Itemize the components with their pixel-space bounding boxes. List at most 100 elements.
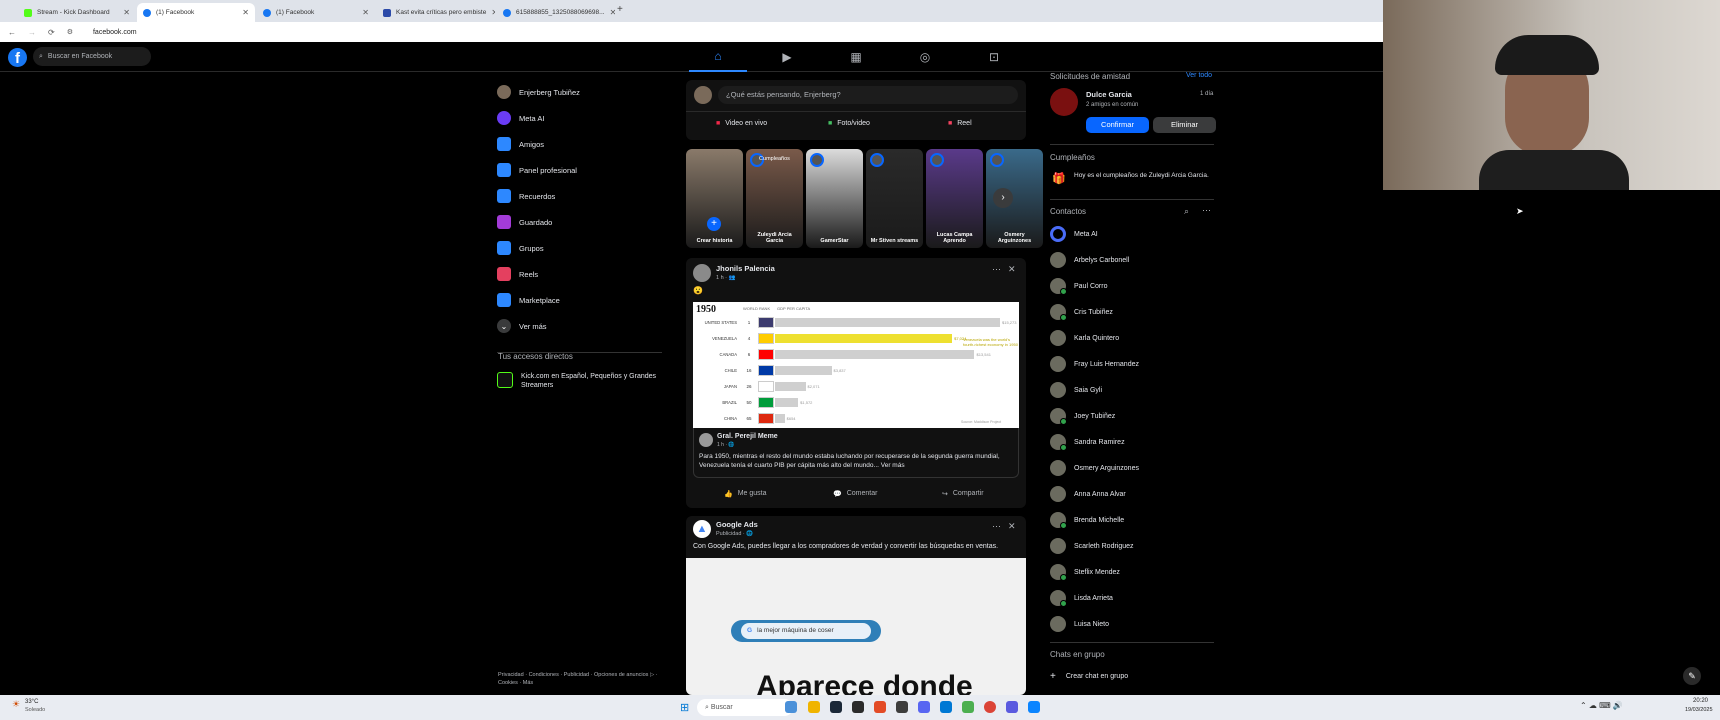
reel-button[interactable]: ■ Reel [948, 120, 972, 127]
close-icon[interactable]: ✕ [242, 8, 249, 17]
ad-image[interactable]: Gla mejor máquina de coser Aparece donde [686, 558, 1026, 695]
contact-item[interactable]: Arbelys Carbonell [1050, 250, 1129, 270]
shortcut-item[interactable]: Kick.com en Español, Pequeños y Grandes … [497, 372, 667, 390]
post-author[interactable]: Google Ads [716, 520, 758, 529]
avatar[interactable] [699, 433, 713, 447]
contact-item[interactable]: Fray Luis Hernandez [1050, 354, 1139, 374]
nav-marketplace-icon[interactable]: ▦ [827, 42, 885, 72]
app-icon[interactable] [896, 701, 908, 713]
story-card[interactable]: Lucas Campa Aprendo [926, 149, 983, 248]
live-video-button[interactable]: ■ Video en vivo [716, 120, 767, 127]
story-card[interactable]: Mr Stiven streams [866, 149, 923, 248]
close-icon[interactable]: ✕ [1008, 521, 1016, 532]
app-icon[interactable] [962, 701, 974, 713]
contact-item[interactable]: Saia Gyli [1050, 380, 1102, 400]
sidebar-item[interactable]: Marketplace [497, 289, 560, 311]
close-icon[interactable]: ✕ [123, 8, 130, 17]
post-author[interactable]: Jhonils Palencia [716, 264, 775, 273]
discord-icon[interactable] [918, 701, 930, 713]
request-name[interactable]: Dulce Garcia [1086, 90, 1132, 99]
stories-next-button[interactable]: › [993, 188, 1013, 208]
sidebar-item[interactable]: ⌄ Ver más [497, 315, 547, 337]
nav-video-icon[interactable]: ▶ [758, 42, 816, 72]
task-view-icon[interactable] [785, 701, 797, 713]
sidebar-item[interactable]: Recuerdos [497, 185, 555, 207]
contact-item[interactable]: Karla Quintero [1050, 328, 1119, 348]
back-icon[interactable]: ← [8, 28, 16, 37]
app-icon[interactable] [1006, 701, 1018, 713]
see-all-link[interactable]: Ver todo [1186, 72, 1212, 79]
sidebar-item[interactable]: Meta AI [497, 107, 544, 129]
sidebar-item[interactable]: Amigos [497, 133, 544, 155]
browser-tab[interactable]: 615888855_1325088069698... ✕ [497, 3, 615, 22]
delete-button[interactable]: Eliminar [1153, 117, 1216, 133]
google-ads-logo-icon[interactable]: ▲ [693, 520, 711, 538]
url-field[interactable]: facebook.com [93, 29, 137, 36]
shared-author[interactable]: Gral. Perejil Meme [717, 433, 778, 440]
contact-item[interactable]: Steflix Mendez [1050, 562, 1120, 582]
avatar[interactable] [693, 264, 711, 282]
confirm-button[interactable]: Confirmar [1086, 117, 1149, 133]
sidebar-item[interactable]: Enjerberg Tubiñez [497, 81, 580, 103]
footer-links[interactable]: Privacidad · Condiciones · Publicidad · … [498, 672, 658, 687]
site-info-icon[interactable]: ⚙ [67, 28, 73, 36]
new-tab-button[interactable]: + [617, 4, 623, 15]
story-card[interactable]: Cumpleaños Zuleydi Arcia Garcia [746, 149, 803, 248]
sidebar-item[interactable]: Guardado [497, 211, 552, 233]
sidebar-item[interactable]: Panel profesional [497, 159, 577, 181]
store-icon[interactable] [940, 701, 952, 713]
contact-item[interactable]: Paul Corro [1050, 276, 1107, 296]
close-icon[interactable]: ✕ [610, 8, 615, 17]
birthday-text[interactable]: Hoy es el cumpleaños de Zuleydi Arcia Ga… [1074, 172, 1214, 181]
new-message-icon[interactable]: ✎ [1683, 667, 1701, 685]
like-button[interactable]: 👍 Me gusta [724, 490, 767, 498]
windows-start-icon[interactable]: ⊞ [680, 701, 689, 714]
browser-tab[interactable]: (1) Facebook ✕ [257, 3, 375, 22]
more-icon[interactable]: ⋯ [1202, 205, 1211, 216]
app-icon[interactable] [874, 701, 886, 713]
close-icon[interactable]: ✕ [491, 8, 495, 17]
search-icon[interactable]: ⌕ [1184, 206, 1189, 217]
more-icon[interactable]: ⋯ [992, 521, 1001, 532]
contact-item[interactable]: Lisda Arrieta [1050, 588, 1113, 608]
contact-item[interactable]: Sandra Ramirez [1050, 432, 1125, 452]
nav-gaming-icon[interactable]: ⊡ [965, 42, 1023, 72]
search-input[interactable]: ⌕ Buscar en Facebook [33, 47, 151, 66]
contact-item[interactable]: Cris Tubiñez [1050, 302, 1113, 322]
weather-temp[interactable]: 33°C [25, 699, 38, 705]
contact-item[interactable]: Osmery Arguinzones [1050, 458, 1139, 478]
contact-item[interactable]: Luisa Nieto [1050, 614, 1109, 634]
close-icon[interactable]: ✕ [362, 8, 369, 17]
facebook-logo-icon[interactable]: f [8, 48, 27, 67]
nav-home-icon[interactable]: ⌂ [689, 42, 747, 72]
forward-icon[interactable]: → [28, 28, 36, 37]
close-icon[interactable]: ✕ [1008, 264, 1016, 275]
browser-tab[interactable]: Kast evita críticas pero embiste ✕ [377, 3, 495, 22]
file-explorer-icon[interactable] [808, 701, 820, 713]
create-story-card[interactable]: + Crear historia [686, 149, 743, 248]
photo-video-button[interactable]: ■ Foto/video [828, 120, 870, 127]
chrome-icon[interactable] [984, 701, 996, 713]
share-button[interactable]: ↪ Compartir [942, 490, 984, 498]
browser-tab[interactable]: Stream - Kick Dashboard ✕ [18, 3, 136, 22]
contact-item[interactable]: Brenda Michelle [1050, 510, 1124, 530]
story-card[interactable]: GamerStar [806, 149, 863, 248]
system-tray-icons[interactable]: ⌃ ☁ ⌨ 🔊 [1580, 701, 1623, 710]
avatar[interactable] [1050, 88, 1078, 116]
sidebar-item[interactable]: Reels [497, 263, 538, 285]
nav-groups-icon[interactable]: ◎ [896, 42, 954, 72]
create-group-button[interactable]: + Crear chat en grupo [1050, 671, 1128, 682]
obs-icon[interactable] [852, 701, 864, 713]
chart-image[interactable]: 1950 WORLD RANK GDP PER CAPITA Venezuela… [693, 302, 1019, 428]
more-icon[interactable]: ⋯ [992, 264, 1001, 275]
reload-icon[interactable]: ⟳ [48, 28, 55, 37]
contact-item[interactable]: Meta AI [1050, 224, 1098, 244]
steam-icon[interactable] [830, 701, 842, 713]
app-icon[interactable] [1028, 701, 1040, 713]
sidebar-item[interactable]: Grupos [497, 237, 544, 259]
contact-item[interactable]: Scarleth Rodriguez [1050, 536, 1134, 556]
browser-tab-active[interactable]: (1) Facebook ✕ [137, 3, 255, 22]
taskbar-search[interactable]: ⌕ Buscar [697, 699, 793, 716]
composer-input[interactable]: ¿Qué estás pensando, Enjerberg? [718, 86, 1018, 104]
contact-item[interactable]: Anna Anna Alvar [1050, 484, 1126, 504]
